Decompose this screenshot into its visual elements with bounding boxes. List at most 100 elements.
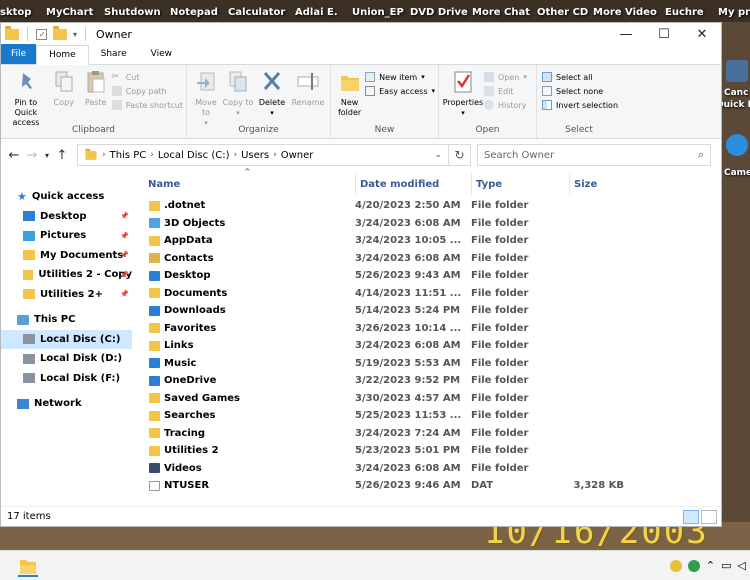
desktop-label[interactable]: More Video: [593, 7, 657, 18]
close-button[interactable]: ✕: [683, 23, 721, 45]
volume-icon[interactable]: ◁: [738, 559, 746, 572]
table-row[interactable]: 3D Objects 3/24/2023 6:08 AM File folder: [132, 215, 721, 233]
search-icon[interactable]: ⌕: [698, 148, 704, 162]
desktop-label[interactable]: Calculator: [228, 7, 285, 18]
desktop-label[interactable]: Adlai E.: [295, 7, 338, 18]
copy-to-button[interactable]: Copy to ▾: [222, 69, 254, 118]
cut-button[interactable]: ✂ Cut: [112, 72, 183, 82]
desktop-label[interactable]: Euchre: [665, 7, 704, 18]
tab-share[interactable]: Share: [89, 44, 139, 64]
move-to-button[interactable]: Move to ▾: [190, 69, 222, 128]
select-none-button[interactable]: Select none: [542, 86, 618, 96]
details-view-icon[interactable]: [683, 509, 699, 524]
rename-button[interactable]: Rename: [290, 69, 326, 108]
table-row[interactable]: Downloads 5/14/2023 5:24 PM File folder: [132, 302, 721, 320]
up-arrow-icon[interactable]: ↑: [53, 148, 71, 163]
new-folder-qa-icon[interactable]: [53, 25, 67, 40]
nav-this-pc[interactable]: This PC: [1, 310, 132, 330]
edit-button[interactable]: Edit: [484, 86, 527, 96]
new-item-button[interactable]: New item ▾: [365, 72, 435, 82]
pin-to-quick-access-button[interactable]: Pin to Quick access: [4, 69, 48, 128]
copy-path-button[interactable]: Copy path: [111, 86, 183, 96]
desktop-label[interactable]: Other CD: [537, 7, 588, 18]
pin-icon[interactable]: 📌: [120, 290, 129, 298]
tray-app-icon[interactable]: [669, 559, 682, 572]
nav-local-disk-f[interactable]: Local Disk (F:): [1, 369, 132, 389]
maximize-button[interactable]: ☐: [645, 23, 683, 45]
desktop-label[interactable]: My pri: [718, 7, 750, 18]
desktop-label[interactable]: Quick N: [722, 100, 750, 110]
nav-local-disk-d[interactable]: Local Disk (D:): [1, 349, 132, 369]
nav-quick-item[interactable]: Desktop 📌: [1, 207, 132, 227]
table-row[interactable]: Videos 3/24/2023 6:08 AM File folder: [132, 460, 721, 478]
file-explorer-taskbar-icon[interactable]: [14, 555, 42, 577]
network-status-icon[interactable]: ▭: [721, 559, 731, 572]
customize-qa-dropdown-icon[interactable]: ▾: [73, 30, 77, 39]
properties-button[interactable]: Properties ▾: [442, 69, 484, 118]
paste-button[interactable]: Paste: [80, 69, 112, 108]
tray-app-icon[interactable]: [687, 559, 700, 572]
paste-shortcut-button[interactable]: Paste shortcut: [111, 100, 183, 110]
breadcrumb-local-disc[interactable]: Local Disc (C:): [158, 150, 230, 161]
chevron-up-icon[interactable]: ⌃: [706, 559, 715, 572]
table-row[interactable]: Music 5/19/2023 5:53 AM File folder: [132, 355, 721, 373]
desktop-label[interactable]: Came: [724, 168, 750, 178]
copy-button[interactable]: Copy: [48, 69, 80, 108]
desktop-label[interactable]: More Chat: [472, 7, 530, 18]
desktop-label[interactable]: MyChart: [46, 7, 93, 18]
search-box[interactable]: Search Owner ⌕: [477, 144, 711, 166]
desktop-label[interactable]: Notepad: [170, 7, 218, 18]
history-button[interactable]: History: [484, 100, 527, 110]
column-name[interactable]: Name: [148, 173, 355, 195]
delete-button[interactable]: Delete ▾: [254, 69, 290, 118]
open-button[interactable]: Open ▾: [484, 72, 527, 82]
table-row[interactable]: .dotnet 4/20/2023 2:50 AM File folder: [132, 197, 721, 215]
table-row[interactable]: Utilities 2 5/23/2023 5:01 PM File folder: [132, 442, 721, 460]
invert-selection-button[interactable]: Invert selection: [542, 100, 618, 110]
large-icons-view-icon[interactable]: [701, 509, 717, 524]
recent-locations-chevron-icon[interactable]: ▾: [41, 151, 53, 160]
easy-access-button[interactable]: Easy access ▾: [365, 86, 435, 96]
nav-quick-item[interactable]: Utilities 2 - Copy 📌: [1, 265, 132, 285]
pin-icon[interactable]: 📌: [120, 251, 129, 259]
table-row[interactable]: Favorites 3/26/2023 10:14 ... File folder: [132, 320, 721, 338]
table-row[interactable]: Desktop 5/26/2023 9:43 AM File folder: [132, 267, 721, 285]
back-arrow-icon[interactable]: ←: [5, 148, 23, 163]
desktop-label[interactable]: Shutdown: [104, 7, 161, 18]
table-row[interactable]: Saved Games 3/30/2023 4:57 AM File folder: [132, 390, 721, 408]
table-row[interactable]: OneDrive 3/22/2023 9:52 PM File folder: [132, 372, 721, 390]
nav-quick-item[interactable]: My Documents 📌: [1, 246, 132, 266]
nav-quick-item[interactable]: Utilities 2+ 📌: [1, 285, 132, 305]
new-folder-button[interactable]: New folder: [334, 69, 365, 118]
address-dropdown-icon[interactable]: ⌄: [434, 150, 442, 160]
desktop-label[interactable]: sktop: [0, 7, 31, 18]
column-type[interactable]: Type: [471, 173, 569, 195]
title-bar[interactable]: ✓ ▾ Owner — ☐ ✕: [1, 23, 721, 45]
nav-quick-item[interactable]: Pictures 📌: [1, 226, 132, 246]
minimize-button[interactable]: —: [607, 23, 645, 45]
breadcrumb-users[interactable]: Users: [241, 150, 269, 161]
table-row[interactable]: Searches 5/25/2023 11:53 ... File folder: [132, 407, 721, 425]
pin-icon[interactable]: 📌: [120, 271, 129, 279]
properties-qa-icon[interactable]: ✓: [36, 28, 47, 40]
breadcrumb-this-pc[interactable]: This PC: [110, 150, 147, 161]
select-all-button[interactable]: Select all: [542, 72, 618, 82]
table-row[interactable]: NTUSER 5/26/2023 9:46 AM DAT 3,328 KB: [132, 477, 721, 495]
desktop-label[interactable]: Union_EP: [352, 7, 404, 18]
refresh-icon[interactable]: ↻: [449, 144, 471, 166]
column-size[interactable]: Size: [569, 173, 633, 195]
forward-arrow-icon[interactable]: →: [23, 148, 41, 163]
breadcrumb-owner[interactable]: Owner: [281, 150, 314, 161]
chrome-icon[interactable]: [726, 134, 748, 156]
table-row[interactable]: Tracing 3/24/2023 7:24 AM File folder: [132, 425, 721, 443]
nav-local-disc-c[interactable]: Local Disc (C:): [1, 329, 132, 349]
pin-icon[interactable]: 📌: [120, 232, 129, 240]
desktop-app-icon[interactable]: [726, 60, 748, 82]
desktop-label[interactable]: DVD Drive: [410, 7, 468, 18]
nav-quick-access[interactable]: ★ Quick access: [1, 187, 132, 207]
table-row[interactable]: Contacts 3/24/2023 6:08 AM File folder: [132, 250, 721, 268]
address-bar[interactable]: › This PC › Local Disc (C:) › Users › Ow…: [77, 144, 449, 166]
nav-network[interactable]: Network: [1, 394, 132, 414]
desktop-label[interactable]: Canc: [724, 88, 748, 98]
table-row[interactable]: AppData 3/24/2023 10:05 ... File folder: [132, 232, 721, 250]
